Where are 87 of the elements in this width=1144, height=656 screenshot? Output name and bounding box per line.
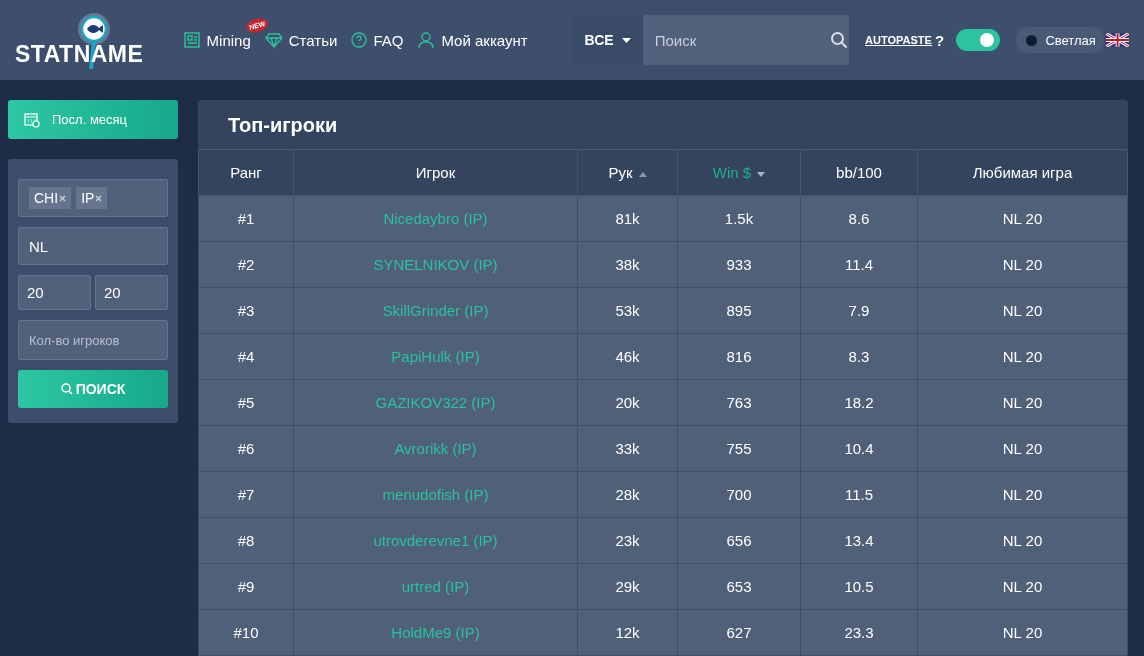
table-cell: 816: [677, 333, 801, 380]
column-header[interactable]: bb/100: [800, 149, 918, 196]
newspaper-icon: [182, 31, 201, 49]
table-cell: 81k: [577, 195, 678, 242]
calendar-icon: [24, 111, 40, 128]
table-cell: #5: [198, 379, 294, 426]
stake-to-field[interactable]: 20: [95, 275, 168, 310]
user-icon: [417, 31, 436, 49]
sort-down-icon: [757, 171, 766, 177]
table-cell: 12k: [577, 609, 678, 656]
table-cell: 10.5: [800, 563, 918, 610]
table-cell: 656: [677, 517, 801, 564]
table-cell: 53k: [577, 287, 678, 334]
table-cell: #1: [198, 195, 294, 242]
theme-button[interactable]: Светлая: [1016, 27, 1104, 53]
logo-text[interactable]: STATNAME: [15, 41, 144, 68]
column-header[interactable]: Win $: [677, 149, 801, 196]
table-cell: 8.3: [800, 333, 918, 380]
table-cell: NL 20: [917, 425, 1128, 472]
search-icon: [60, 383, 73, 395]
column-header[interactable]: Любимая игра: [917, 149, 1128, 196]
table-cell: 18.2: [800, 379, 918, 426]
table-cell: 7.9: [800, 287, 918, 334]
table-cell: NL 20: [917, 333, 1128, 380]
filter-tag[interactable]: CHI: [29, 187, 72, 209]
table-cell: #8: [198, 517, 294, 564]
column-header[interactable]: Ранг: [198, 149, 294, 196]
table-cell: NL 20: [917, 563, 1128, 610]
search-field[interactable]: Поиск: [642, 15, 850, 65]
tag-field[interactable]: CHI IP: [18, 179, 168, 217]
table-cell: 1.5k: [677, 195, 801, 242]
nav-link[interactable]: Мой аккаунт: [441, 31, 528, 49]
nav-link[interactable]: Статьи: [288, 31, 338, 49]
table-cell: 23k: [577, 517, 678, 564]
game-field[interactable]: NL: [18, 227, 168, 265]
table-cell: 763: [677, 379, 801, 426]
remove-icon[interactable]: [59, 194, 67, 202]
table-cell: #10: [198, 609, 294, 656]
table-cell: NL 20: [917, 609, 1128, 656]
table-cell: 38k: [577, 241, 678, 288]
column-header[interactable]: Рук: [577, 149, 678, 196]
table-cell: #9: [198, 563, 294, 610]
table-cell: 11.4: [800, 241, 918, 288]
table-cell: 653: [677, 563, 801, 610]
stake-from-field[interactable]: 20: [18, 275, 91, 310]
autopaste-link[interactable]: AUTOPASTE: [865, 34, 932, 46]
table-cell: NL 20: [917, 471, 1128, 518]
table-cell: 33k: [577, 425, 678, 472]
scope-dropdown[interactable]: ВСЕ: [572, 15, 643, 65]
table-cell: 13.4: [800, 517, 918, 564]
sort-up-icon: [638, 171, 647, 177]
table-cell: NL 20: [917, 379, 1128, 426]
caret-icon: [621, 37, 631, 43]
nav-link[interactable]: FAQ: [373, 31, 404, 49]
table-cell: NL 20: [917, 241, 1128, 288]
table-cell: 20k: [577, 379, 678, 426]
table-cell: #7: [198, 471, 294, 518]
table-title: Топ-игроки: [227, 113, 339, 138]
filter-tag[interactable]: IP: [76, 187, 108, 209]
table-cell: 700: [677, 471, 801, 518]
table-cell: 10.4: [800, 425, 918, 472]
table-cell: 23.3: [800, 609, 918, 656]
table-cell: 29k: [577, 563, 678, 610]
table-cell: 11.5: [800, 471, 918, 518]
column-header[interactable]: Игрок: [293, 149, 578, 196]
table-cell: 46k: [577, 333, 678, 380]
diamond-icon: [264, 31, 283, 49]
table-cell: 28k: [577, 471, 678, 518]
table-cell: #2: [198, 241, 294, 288]
table-cell: #4: [198, 333, 294, 380]
remove-icon[interactable]: [95, 194, 103, 202]
table-cell: #6: [198, 425, 294, 472]
search-icon: [829, 31, 848, 49]
players-count-field[interactable]: Кол-во игроков: [18, 320, 168, 360]
autopaste-toggle[interactable]: [956, 29, 1001, 51]
table-cell: NL 20: [917, 195, 1128, 242]
table-cell: 8.6: [800, 195, 918, 242]
table-cell: 627: [677, 609, 801, 656]
table-cell: 895: [677, 287, 801, 334]
help-icon: [351, 32, 368, 48]
table-cell: 755: [677, 425, 801, 472]
table-cell: 933: [677, 241, 801, 288]
uk-flag-icon[interactable]: [1105, 33, 1129, 47]
table-cell: NL 20: [917, 287, 1128, 334]
table-cell: #3: [198, 287, 294, 334]
help-mark[interactable]: ?: [934, 31, 945, 49]
table-cell: NL 20: [917, 517, 1128, 564]
